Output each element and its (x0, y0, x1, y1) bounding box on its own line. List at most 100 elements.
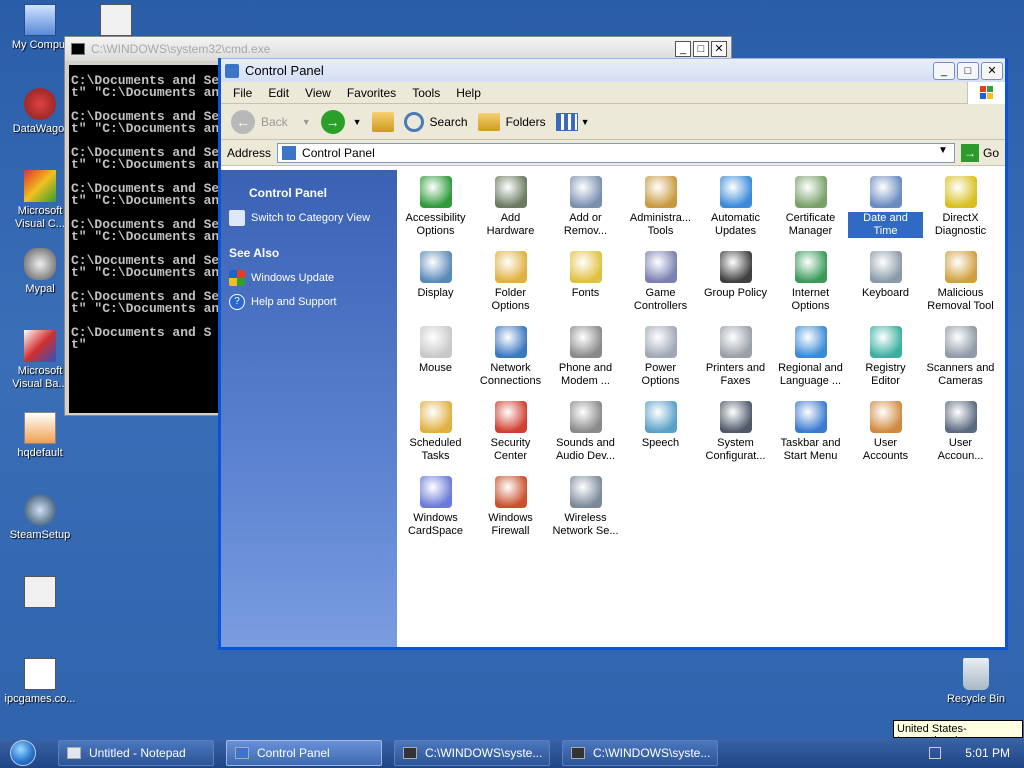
back-dropdown-icon[interactable]: ▼ (302, 117, 311, 127)
cp-item-label: Display (417, 287, 454, 299)
cp-item-taskbar-start[interactable]: Taskbar and Start Menu (773, 401, 848, 463)
desktop-icon-steamsetup[interactable]: SteamSetup (0, 494, 80, 542)
cp-item-network-connections[interactable]: Network Connections (473, 326, 548, 388)
control-panel-window[interactable]: Control Panel _ □ ✕ File Edit View Favor… (218, 58, 1008, 650)
cp-item-internet-options[interactable]: Internet Options (773, 251, 848, 313)
back-button[interactable]: ← Back ▼ (231, 109, 311, 134)
cp-item-user-accounts-2[interactable]: User Accoun... (923, 401, 998, 463)
folders-button[interactable]: Folders (477, 112, 546, 131)
taskbar-button-cmd-2[interactable]: C:\WINDOWS\syste... (562, 740, 718, 766)
cp-item-power-options[interactable]: Power Options (623, 326, 698, 388)
cmd-shortcut-icon (100, 4, 132, 36)
control-panel-titlebar[interactable]: Control Panel _ □ ✕ (221, 58, 1005, 82)
forward-dropdown-icon[interactable]: ▼ (353, 117, 362, 127)
cp-item-group-policy[interactable]: Group Policy (698, 251, 773, 300)
cp-item-label: Power Options (641, 362, 680, 387)
cp-item-regional-language[interactable]: Regional and Language ... (773, 326, 848, 388)
cp-item-label: Scanners and Cameras (926, 362, 995, 387)
start-button[interactable] (0, 738, 46, 768)
cp-item-label: Certificate Manager (785, 212, 836, 237)
help-support-link[interactable]: ? Help and Support (229, 294, 389, 310)
switch-category-view-link[interactable]: Switch to Category View (229, 210, 389, 226)
back-arrow-icon: ← (231, 109, 255, 134)
cp-item-game-controllers[interactable]: Game Controllers (623, 251, 698, 313)
wireless-network-icon (569, 476, 602, 508)
group-policy-icon (719, 251, 752, 283)
cp-item-speech[interactable]: Speech (623, 401, 698, 450)
cp-item-mouse[interactable]: Mouse (398, 326, 473, 375)
cp-item-system-config[interactable]: System Configurat... (698, 401, 773, 463)
go-button[interactable]: → Go (960, 143, 999, 162)
cp-item-label: Regional and Language ... (778, 362, 843, 387)
cp-item-label: User Accounts (862, 437, 909, 462)
cp-item-phone-modem[interactable]: Phone and Modem ... (548, 326, 623, 388)
notepad-icon (67, 747, 81, 759)
cp-item-cardspace[interactable]: Windows CardSpace (398, 476, 473, 538)
sounds-audio-icon (569, 401, 602, 433)
cp-item-label: DirectX Diagnostic (934, 212, 987, 237)
desktop-icon-app-shortcut[interactable] (0, 576, 80, 611)
cp-item-user-accounts[interactable]: User Accounts (848, 401, 923, 463)
desktop-icon-ipcgames[interactable]: ipcgames.co... (0, 658, 80, 706)
cp-item-malicious-removal[interactable]: Malicious Removal Tool (923, 251, 998, 313)
maximize-button[interactable]: □ (693, 41, 709, 57)
menu-file[interactable]: File (225, 86, 260, 100)
address-input[interactable]: Control Panel ▼ (277, 142, 955, 163)
cp-item-automatic-updates[interactable]: Automatic Updates (698, 176, 773, 238)
keyboard-layout-tooltip: United States-International (893, 720, 1023, 747)
cp-item-display[interactable]: Display (398, 251, 473, 300)
cp-item-accessibility[interactable]: Accessibility Options (398, 176, 473, 238)
desktop-icon-hqdefault[interactable]: hqdefault (0, 412, 80, 460)
help-icon: ? (229, 294, 245, 310)
cp-item-label: Add Hardware (486, 212, 535, 237)
desktop-icon-recycle-bin[interactable]: Recycle Bin (936, 658, 1016, 706)
menu-tools[interactable]: Tools (404, 86, 448, 100)
cp-item-sounds-audio[interactable]: Sounds and Audio Dev... (548, 401, 623, 463)
taskbar-button-notepad[interactable]: Untitled - Notepad (58, 740, 214, 766)
cp-item-wireless-network[interactable]: Wireless Network Se... (548, 476, 623, 538)
search-button[interactable]: Search (403, 111, 468, 132)
views-button[interactable]: ▼ (555, 112, 590, 131)
menu-edit[interactable]: Edit (260, 86, 297, 100)
cp-item-folder-options[interactable]: Folder Options (473, 251, 548, 313)
text-file-icon (24, 658, 56, 690)
cp-item-date-time[interactable]: Date and Time (848, 176, 923, 238)
minimize-button[interactable]: _ (675, 41, 691, 57)
menu-favorites[interactable]: Favorites (339, 86, 404, 100)
cp-item-fonts[interactable]: Fonts (548, 251, 623, 300)
cp-item-certificate[interactable]: Certificate Manager (773, 176, 848, 238)
image-file-icon (24, 412, 56, 444)
cp-item-security-center[interactable]: Security Center (473, 401, 548, 463)
desktop-icon-cmd-shortcut[interactable] (76, 4, 156, 39)
forward-button[interactable]: → ▼ (320, 109, 362, 134)
cp-item-keyboard[interactable]: Keyboard (848, 251, 923, 300)
window-title: Control Panel (245, 63, 324, 78)
menu-help[interactable]: Help (448, 86, 489, 100)
cp-item-add-hardware[interactable]: Add Hardware (473, 176, 548, 238)
taskbar-button-cmd-1[interactable]: C:\WINDOWS\syste... (394, 740, 550, 766)
minimize-button[interactable]: _ (933, 61, 955, 80)
network-icon[interactable] (929, 747, 942, 759)
close-button[interactable]: ✕ (711, 41, 727, 57)
windows-update-link[interactable]: Windows Update (229, 270, 389, 286)
taskbar-button-control-panel[interactable]: Control Panel (226, 740, 382, 766)
up-folder-button[interactable] (371, 111, 394, 132)
control-panel-small-icon (282, 145, 297, 160)
maximize-button[interactable]: □ (957, 61, 979, 80)
steam-icon (24, 494, 56, 526)
views-dropdown-icon: ▼ (580, 116, 590, 127)
cp-item-add-remove-programs[interactable]: Add or Remov... (548, 176, 623, 238)
cp-item-scheduled-tasks[interactable]: Scheduled Tasks (398, 401, 473, 463)
add-hardware-icon (494, 176, 527, 208)
address-dropdown-icon[interactable]: ▼ (938, 145, 952, 156)
close-button[interactable]: ✕ (981, 61, 1003, 80)
cp-item-registry-editor[interactable]: Registry Editor (848, 326, 923, 388)
cp-item-scanners-cameras[interactable]: Scanners and Cameras (923, 326, 998, 388)
cp-item-admin-tools[interactable]: Administra... Tools (623, 176, 698, 238)
menu-view[interactable]: View (297, 86, 339, 100)
cp-item-firewall[interactable]: Windows Firewall (473, 476, 548, 538)
malicious-removal-icon (944, 251, 977, 283)
cp-item-printers-faxes[interactable]: Printers and Faxes (698, 326, 773, 388)
clock[interactable]: 5:01 PM (965, 746, 1010, 760)
cp-item-directx[interactable]: DirectX Diagnostic (923, 176, 998, 238)
